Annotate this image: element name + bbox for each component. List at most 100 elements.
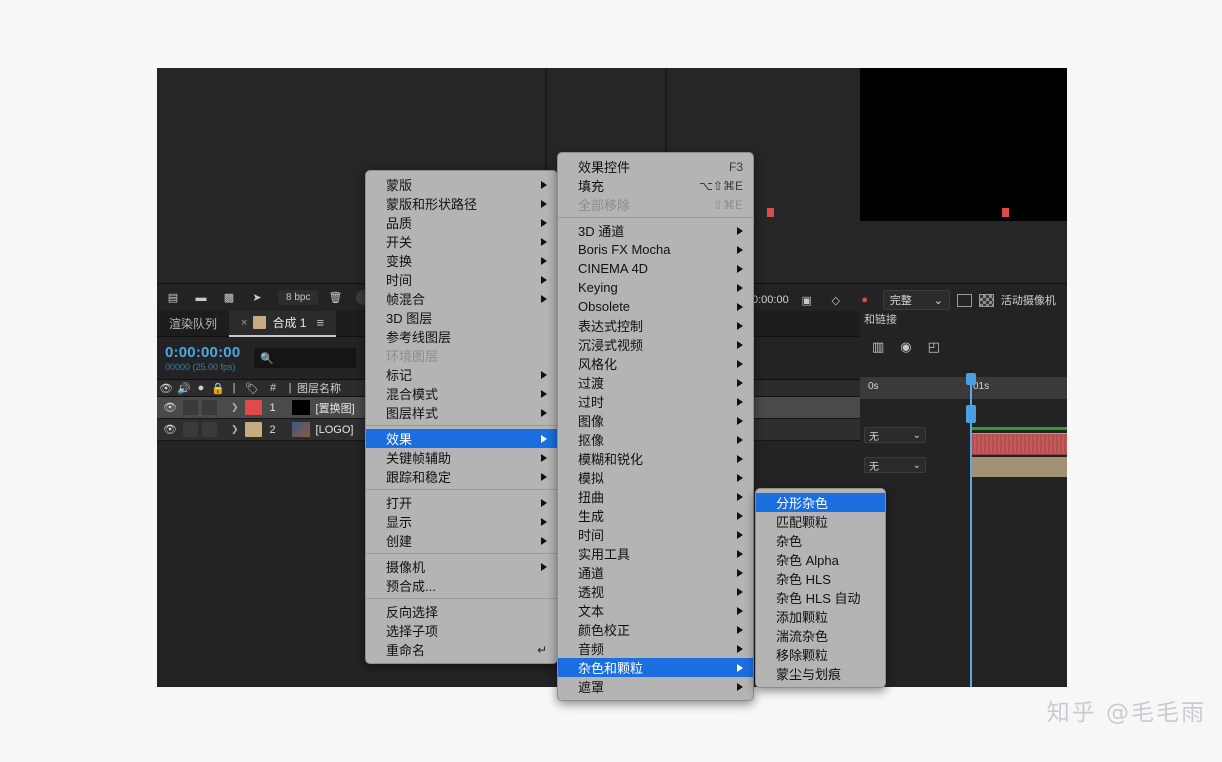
parent-select-layer-2[interactable]: 无 ⌄ <box>864 457 926 473</box>
chevron-right-icon[interactable]: ❯ <box>231 402 239 413</box>
menu-item-switches[interactable]: 开关 <box>366 232 557 251</box>
menu-item-match-grain[interactable]: 匹配颗粒 <box>756 512 885 531</box>
menu-item-noise-hls[interactable]: 杂色 HLS <box>756 569 885 588</box>
menu-item-fractal-noise[interactable]: 分形杂色 <box>756 493 885 512</box>
menu-item-audio[interactable]: 音频 <box>558 639 753 658</box>
menu-item-mask-effect[interactable]: 遮罩 <box>558 677 753 696</box>
menu-item-mask-and-shape-path[interactable]: 蒙版和形状路径 <box>366 194 557 213</box>
menu-item-turbulent-noise[interactable]: 湍流杂色 <box>756 626 885 645</box>
menu-item-3d-channel[interactable]: 3D 通道 <box>558 221 753 240</box>
selection-handle-right[interactable] <box>1002 208 1009 217</box>
layer-name[interactable]: [置换图] <box>316 400 355 416</box>
timeline-view-icons[interactable]: ▥ ◉ ◰ <box>872 339 940 355</box>
panel-menu-icon[interactable]: ≡ <box>316 315 324 330</box>
snapshot-camera-icon[interactable]: ▣ <box>796 291 818 309</box>
menu-item-matte[interactable]: 抠像 <box>558 430 753 449</box>
menu-item-noise[interactable]: 杂色 <box>756 531 885 550</box>
layer-visibility-toggle[interactable]: 👁 <box>157 401 183 414</box>
menu-item-boris-fx-mocha[interactable]: Boris FX Mocha <box>558 240 753 259</box>
menu-item-3d-layer[interactable]: 3D 图层 <box>366 308 557 327</box>
menu-item-expression-controls[interactable]: 表达式控制 <box>558 316 753 335</box>
menu-item-camera[interactable]: 摄像机 <box>366 557 557 576</box>
layer-lock-toggle[interactable] <box>202 422 217 437</box>
quality-dropdown[interactable]: 完整 ⌄ <box>882 290 950 310</box>
current-time-block[interactable]: 0:00:00:00 00000 (25.00 fps) <box>165 344 240 372</box>
menu-item-utility[interactable]: 实用工具 <box>558 544 753 563</box>
time-ruler[interactable]: 0s 01s <box>860 377 1067 399</box>
menu-item-blending-mode[interactable]: 混合模式 <box>366 384 557 403</box>
layer-name[interactable]: [LOGO] <box>316 424 354 436</box>
chevron-right-icon[interactable]: ❯ <box>231 424 239 435</box>
region-of-interest-icon[interactable] <box>956 293 972 307</box>
menu-item-fill[interactable]: 填充 ⌥⇧⌘E <box>558 176 753 195</box>
menu-item-select-children[interactable]: 选择子项 <box>366 621 557 640</box>
folder-icon[interactable]: ▬ <box>190 289 212 307</box>
menu-item-perspective[interactable]: 透视 <box>558 582 753 601</box>
menu-item-track-and-stabilize[interactable]: 跟踪和稳定 <box>366 467 557 486</box>
menu-item-noise-hls-auto[interactable]: 杂色 HLS 自动 <box>756 588 885 607</box>
menu-item-mask[interactable]: 蒙版 <box>366 175 557 194</box>
menu-item-immersive-video[interactable]: 沉浸式视频 <box>558 335 753 354</box>
playhead-marker-top[interactable] <box>966 373 976 385</box>
menu-item-open[interactable]: 打开 <box>366 493 557 512</box>
render-queue-icon[interactable]: ▤ <box>162 289 184 307</box>
layer-color-swatch[interactable] <box>244 422 262 437</box>
menu-item-generate[interactable]: 生成 <box>558 506 753 525</box>
menu-item-frame-blending[interactable]: 帧混合 <box>366 289 557 308</box>
layer-visibility-toggle[interactable]: 👁 <box>157 423 183 436</box>
menu-item-invert-selection[interactable]: 反向选择 <box>366 602 557 621</box>
selection-handle-left[interactable] <box>767 208 774 217</box>
trash-icon[interactable]: 🗑 <box>324 289 346 307</box>
menu-item-effect[interactable]: 效果 <box>366 429 557 448</box>
menu-item-guide-layer[interactable]: 参考线图层 <box>366 327 557 346</box>
menu-item-effect-controls[interactable]: 效果控件 F3 <box>558 157 753 176</box>
active-camera-label[interactable]: 活动摄像机 <box>1001 292 1056 308</box>
menu-item-show[interactable]: 显示 <box>366 512 557 531</box>
menu-item-time-effects[interactable]: 时间 <box>558 525 753 544</box>
menu-item-time[interactable]: 时间 <box>366 270 557 289</box>
layer-audio-toggle[interactable] <box>183 422 198 437</box>
menu-item-noise-and-grain[interactable]: 杂色和颗粒 <box>558 658 753 677</box>
menu-item-simulation[interactable]: 模拟 <box>558 468 753 487</box>
layer-lock-toggle[interactable] <box>202 400 217 415</box>
layer-bar-2[interactable] <box>970 457 1067 477</box>
menu-item-dust-and-scratches[interactable]: 蒙尘与划痕 <box>756 664 885 683</box>
menu-item-marker[interactable]: 标记 <box>366 365 557 384</box>
menu-item-cinema-4d[interactable]: CINEMA 4D <box>558 259 753 278</box>
viewer-timecode[interactable]: 0:00:00 <box>752 294 789 306</box>
search-input[interactable]: 🔍 <box>254 348 357 368</box>
menu-item-transition[interactable]: 过渡 <box>558 373 753 392</box>
motion-blur-icon[interactable]: ◉ <box>900 339 911 355</box>
menu-item-add-grain[interactable]: 添加颗粒 <box>756 607 885 626</box>
noise-and-grain-submenu[interactable]: 分形杂色 匹配颗粒 杂色 杂色 Alpha 杂色 HLS 杂色 HLS 自动 添… <box>755 488 886 688</box>
menu-item-image[interactable]: 图像 <box>558 411 753 430</box>
menu-item-stylize[interactable]: 风格化 <box>558 354 753 373</box>
parent-select-layer-1[interactable]: 无 ⌄ <box>864 427 926 443</box>
menu-item-blur-and-sharpen[interactable]: 模糊和锐化 <box>558 449 753 468</box>
graph-editor-icon[interactable]: ◰ <box>928 339 940 355</box>
menu-item-layer-styles[interactable]: 图层样式 <box>366 403 557 422</box>
menu-item-outdated[interactable]: 过时 <box>558 392 753 411</box>
bit-depth-label[interactable]: 8 bpc <box>278 290 319 305</box>
menu-item-create[interactable]: 创建 <box>366 531 557 550</box>
menu-item-noise-alpha[interactable]: 杂色 Alpha <box>756 550 885 569</box>
effect-submenu[interactable]: 效果控件 F3 填充 ⌥⇧⌘E 全部移除 ⇧⌘E 3D 通道 Boris FX Moc… <box>557 152 754 701</box>
playhead-handle[interactable] <box>966 405 976 423</box>
menu-item-transform[interactable]: 变换 <box>366 251 557 270</box>
menu-item-precompose[interactable]: 预合成... <box>366 576 557 595</box>
tab-composition-1[interactable]: × 合成 1 ≡ <box>229 310 337 337</box>
menu-item-distort[interactable]: 扭曲 <box>558 487 753 506</box>
channels-icon[interactable]: ● <box>854 291 876 309</box>
show-snapshot-icon[interactable]: ◇ <box>825 291 847 309</box>
menu-item-rename[interactable]: 重命名 ↵ <box>366 640 557 659</box>
rocket-icon[interactable]: ➤ <box>246 289 268 307</box>
layer-bar-1[interactable] <box>970 433 1067 455</box>
layer-color-swatch[interactable] <box>244 400 262 415</box>
menu-item-keying[interactable]: Keying <box>558 278 753 297</box>
menu-item-obsolete[interactable]: Obsolete <box>558 297 753 316</box>
layer-audio-toggle[interactable] <box>183 400 198 415</box>
layer-context-menu[interactable]: 蒙版 蒙版和形状路径 品质 开关 变换 时间 帧混合 3D 图层 参考线图层 环… <box>365 170 558 664</box>
composition-icon[interactable]: ▩ <box>218 289 240 307</box>
close-icon[interactable]: × <box>241 317 247 329</box>
frame-blend-icon[interactable]: ▥ <box>872 339 884 355</box>
